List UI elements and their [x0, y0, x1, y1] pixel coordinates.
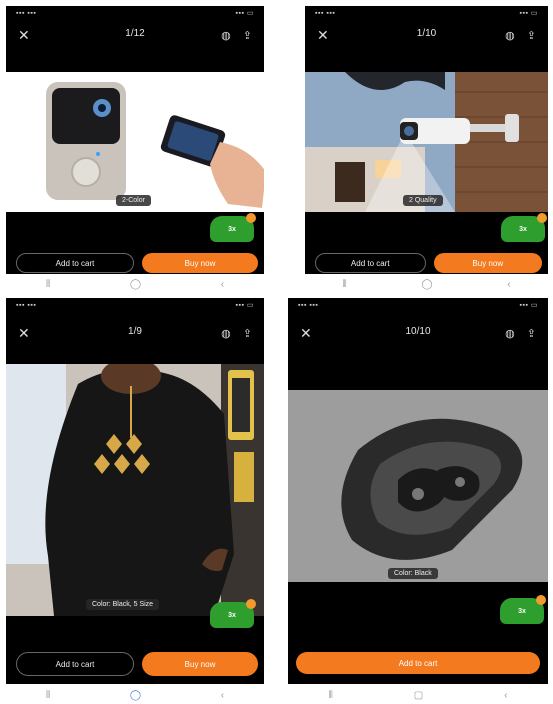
image-counter: 10/10: [405, 326, 431, 337]
top-bar: ✕ 1/12 ◍ ⇪: [6, 22, 264, 48]
kaftan-photo: [6, 364, 264, 616]
status-bar: ▪▪▪ ▪▪▪ ▪▪▪ ▭: [315, 9, 538, 18]
close-icon[interactable]: ✕: [18, 27, 30, 44]
menu-icon[interactable]: ⦀: [342, 279, 346, 290]
top-bar: ✕ 1/9 ◍ ⇪: [6, 320, 264, 346]
promo-badge[interactable]: 3x: [210, 599, 256, 628]
action-bar: Add to cart: [296, 652, 540, 674]
add-to-cart-button[interactable]: Add to cart: [296, 652, 540, 674]
chat-icon[interactable]: ◍: [505, 29, 515, 42]
action-bar: Add to cart Buy now: [16, 652, 258, 676]
earbuds-photo: [288, 390, 548, 582]
status-bar: ▪▪▪ ▪▪▪ ▪▪▪ ▭: [298, 301, 538, 310]
screen-kaftan: ▪▪▪ ▪▪▪ ▪▪▪ ▭ ✕ 1/9 ◍ ⇪ Color: Black, 5 …: [6, 298, 264, 684]
system-nav-bar: ⦀ ◯ ‹: [6, 688, 264, 702]
add-to-cart-button[interactable]: Add to cart: [16, 652, 134, 676]
promo-badge[interactable]: 3x: [501, 213, 547, 242]
home-icon[interactable]: ◯: [130, 690, 141, 701]
screen-doorbell: ▪▪▪ ▪▪▪ ▪▪▪ ▭ ✕ 1/12 ◍ ⇪ 2-Color 3x Add to…: [6, 6, 264, 274]
variant-tag: Color: Black, 5 Size: [86, 599, 160, 610]
screen-earbuds: ▪▪▪ ▪▪▪ ▪▪▪ ▭ ✕ 10/10 ◍ ⇪ Color: Black 3x …: [288, 298, 548, 684]
close-icon[interactable]: ✕: [317, 27, 329, 44]
product-photo[interactable]: [6, 364, 264, 616]
menu-icon[interactable]: ⦀: [46, 690, 50, 701]
image-counter: 1/9: [128, 326, 142, 337]
home-icon[interactable]: ◯: [421, 279, 432, 290]
product-photo[interactable]: [6, 72, 264, 212]
buy-now-button[interactable]: Buy now: [142, 253, 258, 273]
back-icon[interactable]: ‹: [221, 690, 224, 701]
close-icon[interactable]: ✕: [300, 325, 312, 342]
status-bar: ▪▪▪ ▪▪▪ ▪▪▪ ▭: [16, 301, 254, 310]
camera-scene: [305, 72, 548, 212]
chat-icon[interactable]: ◍: [221, 327, 231, 340]
promo-badge[interactable]: 3x: [210, 213, 256, 242]
top-bar: ✕ 10/10 ◍ ⇪: [288, 320, 548, 346]
screen-camera: ▪▪▪ ▪▪▪ ▪▪▪ ▭ ✕ 1/10 ◍ ⇪ 2 Quality 3x Add …: [305, 6, 548, 274]
variant-tag: 2 Quality: [403, 195, 443, 206]
product-photo[interactable]: [305, 72, 548, 212]
menu-icon[interactable]: ⦀: [328, 690, 332, 701]
back-icon[interactable]: ‹: [507, 279, 510, 290]
share-icon[interactable]: ⇪: [243, 327, 252, 340]
back-icon[interactable]: ‹: [504, 690, 507, 701]
home-icon[interactable]: ▢: [414, 690, 423, 701]
chat-icon[interactable]: ◍: [505, 327, 515, 340]
status-bar: ▪▪▪ ▪▪▪ ▪▪▪ ▭: [16, 9, 254, 18]
variant-tag: 2-Color: [116, 195, 151, 206]
buy-now-button[interactable]: Buy now: [433, 253, 542, 273]
action-bar: Add to cart Buy now: [315, 253, 542, 273]
add-to-cart-button[interactable]: Add to cart: [315, 253, 426, 273]
back-icon[interactable]: ‹: [221, 279, 224, 290]
add-to-cart-button[interactable]: Add to cart: [16, 253, 134, 273]
product-photo[interactable]: [288, 390, 548, 582]
buy-now-button[interactable]: Buy now: [142, 652, 258, 676]
home-icon[interactable]: ◯: [130, 279, 141, 290]
promo-badge[interactable]: 3x: [500, 595, 546, 624]
system-nav-bar: ⦀ ▢ ‹: [288, 688, 548, 702]
chat-icon[interactable]: ◍: [221, 29, 231, 42]
doorbell-illustration: [46, 82, 264, 208]
action-bar: Add to cart Buy now: [16, 253, 258, 273]
top-bar: ✕ 1/10 ◍ ⇪: [305, 22, 548, 48]
image-counter: 1/10: [416, 28, 437, 39]
image-counter: 1/12: [125, 28, 145, 39]
share-icon[interactable]: ⇪: [527, 327, 536, 340]
variant-tag: Color: Black: [388, 568, 438, 579]
share-icon[interactable]: ⇪: [243, 29, 252, 42]
menu-icon[interactable]: ⦀: [46, 279, 50, 290]
system-nav-bar: ⦀ ◯ ‹: [6, 277, 264, 291]
share-icon[interactable]: ⇪: [527, 29, 536, 42]
close-icon[interactable]: ✕: [18, 325, 30, 342]
system-nav-bar: ⦀ ◯ ‹: [305, 277, 548, 291]
